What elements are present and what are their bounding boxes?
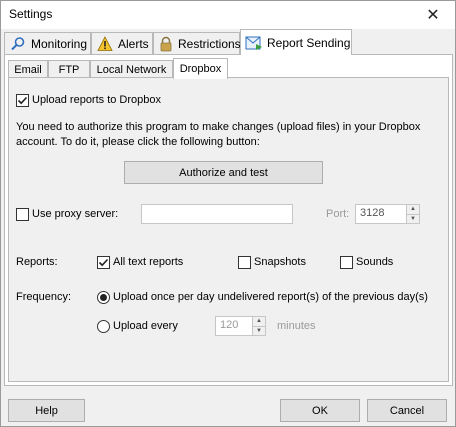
subtab-local-network[interactable]: Local Network <box>90 60 173 78</box>
tab-monitoring-label: Monitoring <box>31 36 88 51</box>
checkmark-icon <box>98 258 109 267</box>
tab-monitoring[interactable]: Monitoring <box>4 32 91 54</box>
use-proxy-checkbox[interactable] <box>16 208 29 221</box>
close-button[interactable]: ✕ <box>411 1 455 29</box>
all-text-reports-checkbox[interactable] <box>97 256 110 269</box>
sounds-label: Sounds <box>356 256 394 268</box>
auth-text-line2: account. To do it, please click the foll… <box>16 136 260 148</box>
dropbox-panel: Upload reports to Dropbox You need to au… <box>8 77 449 382</box>
tab-report-sending[interactable]: Report Sending <box>240 29 352 55</box>
port-spinner[interactable]: ▲ ▼ <box>406 204 420 224</box>
magnifier-icon <box>9 35 27 53</box>
snapshots-label: Snapshots <box>254 256 306 268</box>
upload-every-label: Upload every <box>113 320 178 332</box>
sub-tab-strip: Email FTP Local Network Dropbox <box>8 58 448 79</box>
spin-down-icon[interactable]: ▼ <box>253 325 265 336</box>
port-input[interactable]: 3128 <box>355 204 407 224</box>
ok-button[interactable]: OK <box>280 399 360 422</box>
subtab-email[interactable]: Email <box>8 60 48 78</box>
upload-reports-checkbox[interactable] <box>16 94 29 107</box>
lock-icon <box>158 35 174 53</box>
warning-icon <box>96 35 114 53</box>
snapshots-checkbox[interactable] <box>238 256 251 269</box>
subtab-ftp[interactable]: FTP <box>48 60 90 78</box>
upload-reports-label: Upload reports to Dropbox <box>32 94 162 106</box>
auth-text-line1: You need to authorize this program to ma… <box>16 121 421 133</box>
upload-every-radio[interactable] <box>97 320 110 333</box>
cancel-button[interactable]: Cancel <box>367 399 447 422</box>
interval-spinner[interactable]: ▲ ▼ <box>252 316 266 336</box>
radio-selected-dot <box>100 294 107 301</box>
authorize-and-test-button[interactable]: Authorize and test <box>124 161 323 184</box>
dialog-footer: Help OK Cancel <box>1 389 455 426</box>
spin-up-icon[interactable]: ▲ <box>407 205 419 214</box>
tab-report-sending-label: Report Sending <box>267 35 351 50</box>
minutes-label: minutes <box>277 320 316 332</box>
sounds-checkbox[interactable] <box>340 256 353 269</box>
subtab-dropbox[interactable]: Dropbox <box>173 58 228 79</box>
reports-label: Reports: <box>16 256 58 268</box>
help-button[interactable]: Help <box>8 399 85 422</box>
spin-up-icon[interactable]: ▲ <box>253 317 265 326</box>
proxy-server-input[interactable] <box>141 204 293 224</box>
tab-alerts[interactable]: Alerts <box>91 32 153 54</box>
window-title: Settings <box>9 7 53 21</box>
interval-input[interactable]: 120 <box>215 316 253 336</box>
checkmark-icon <box>17 96 28 105</box>
tab-alerts-label: Alerts <box>118 36 149 51</box>
report-sending-panel: Email FTP Local Network Dropbox Upload r… <box>4 54 453 386</box>
title-bar: Settings ✕ <box>1 1 455 29</box>
tab-restrictions-label: Restrictions <box>178 36 241 51</box>
frequency-label: Frequency: <box>16 291 72 303</box>
close-icon: ✕ <box>426 7 440 24</box>
settings-window: Settings ✕ Monitoring Alerts Restriction… <box>0 0 456 427</box>
upload-once-per-day-radio[interactable] <box>97 291 110 304</box>
port-label: Port: <box>326 208 350 220</box>
upload-once-per-day-label: Upload once per day undelivered report(s… <box>113 291 428 303</box>
spin-down-icon[interactable]: ▼ <box>407 213 419 224</box>
use-proxy-label: Use proxy server: <box>32 208 119 220</box>
top-tab-strip: Monitoring Alerts Restrictions Report Se… <box>4 29 454 55</box>
tab-restrictions[interactable]: Restrictions <box>153 32 241 54</box>
report-sending-icon <box>245 34 263 52</box>
all-text-reports-label: All text reports <box>113 256 184 268</box>
